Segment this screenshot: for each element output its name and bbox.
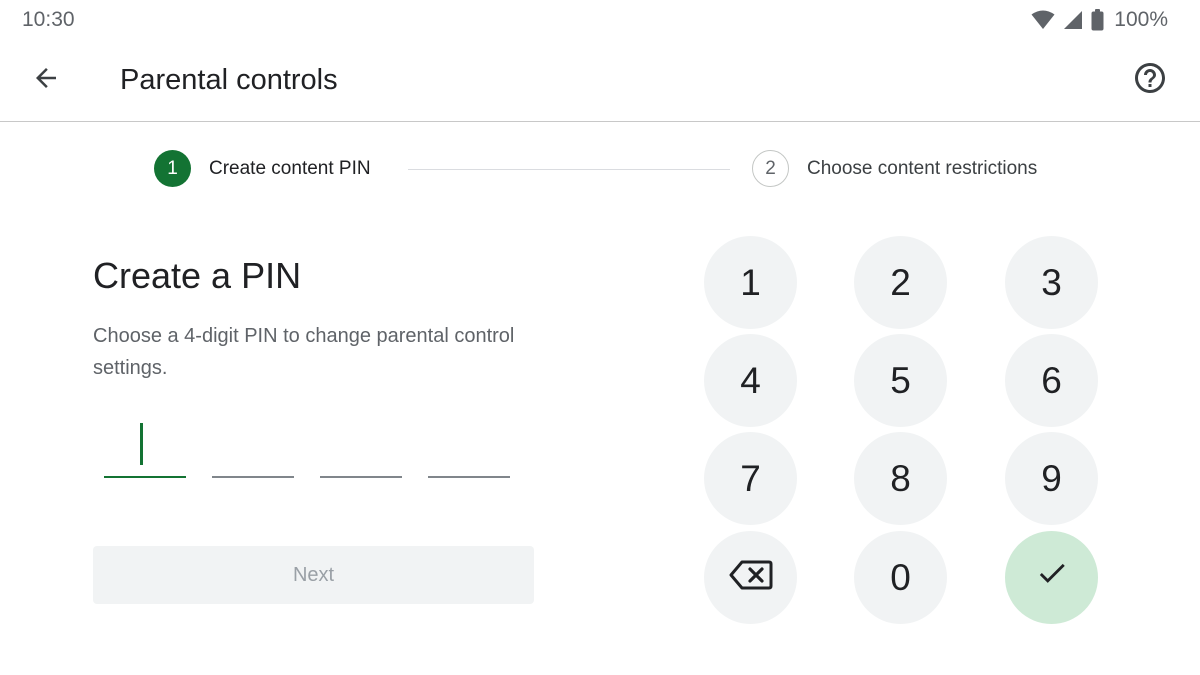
backspace-button[interactable] (704, 531, 797, 624)
key-4[interactable]: 4 (704, 334, 797, 427)
confirm-button[interactable] (1005, 531, 1098, 624)
help-button[interactable] (1128, 58, 1172, 102)
key-9[interactable]: 9 (1005, 432, 1098, 525)
step-label: Create content PIN (209, 157, 371, 179)
status-icons: 100% (1031, 8, 1168, 32)
wifi-icon (1031, 10, 1055, 30)
step-number-badge: 2 (752, 150, 789, 187)
pin-description: Choose a 4-digit PIN to change parental … (93, 325, 515, 379)
pin-digit-field-3[interactable] (320, 420, 402, 478)
key-1[interactable]: 1 (704, 236, 797, 329)
field-underline (104, 475, 186, 478)
battery-level: 100% (1114, 8, 1168, 31)
pin-digit-field-4[interactable] (428, 420, 510, 478)
step-choose-restrictions: 2 Choose content restrictions (752, 150, 1037, 187)
step-create-pin: 1 Create content PIN (154, 150, 371, 187)
number-keypad: 1 2 3 4 5 6 7 8 9 0 (704, 236, 1098, 624)
app-bar: Parental controls (0, 40, 1200, 122)
key-5[interactable]: 5 (854, 334, 947, 427)
key-6[interactable]: 6 (1005, 334, 1098, 427)
pin-digit-field-1[interactable] (104, 420, 186, 478)
field-underline (320, 476, 402, 478)
next-button[interactable]: Next (93, 546, 534, 604)
key-0[interactable]: 0 (854, 531, 947, 624)
field-underline (428, 476, 510, 478)
key-7[interactable]: 7 (704, 432, 797, 525)
check-icon (1035, 556, 1069, 599)
key-3[interactable]: 3 (1005, 236, 1098, 329)
status-bar: 10:30 100% (0, 0, 1200, 40)
field-underline (212, 476, 294, 478)
help-circle-icon (1132, 60, 1168, 101)
arrow-back-icon (31, 63, 61, 98)
stepper: 1 Create content PIN 2 Choose content re… (0, 150, 1200, 190)
page-title: Parental controls (120, 64, 338, 96)
key-2[interactable]: 2 (854, 236, 947, 329)
text-cursor (140, 423, 143, 465)
parental-controls-screen: 10:30 100% Parental controls 1 Create co… (0, 0, 1200, 675)
back-button[interactable] (22, 56, 70, 104)
step-connector (408, 169, 730, 170)
step-number-badge: 1 (154, 150, 191, 187)
backspace-icon (729, 557, 773, 599)
key-8[interactable]: 8 (854, 432, 947, 525)
pin-title: Create a PIN (93, 255, 302, 296)
step-label: Choose content restrictions (807, 157, 1038, 179)
battery-icon (1091, 9, 1104, 31)
status-time: 10:30 (22, 8, 75, 31)
pin-digit-field-2[interactable] (212, 420, 294, 478)
signal-icon (1063, 10, 1083, 30)
